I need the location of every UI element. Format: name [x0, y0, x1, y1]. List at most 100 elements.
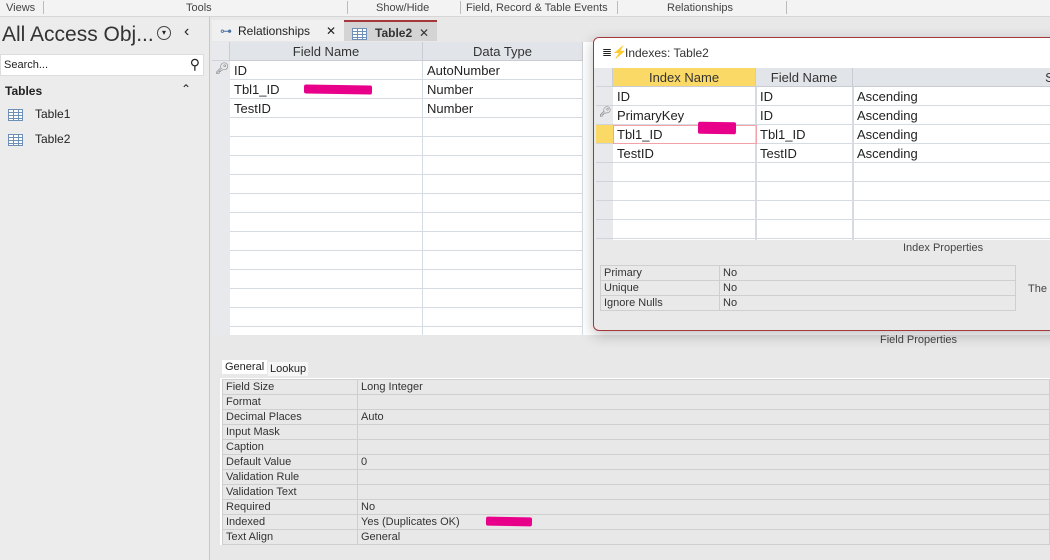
index-sort-order-cell[interactable]: Ascending: [853, 87, 1050, 106]
nav-item-label: Table1: [35, 107, 71, 121]
indexes-grid: Index Name Field Name So 🔑︎ IDIDAscendin…: [596, 68, 1050, 240]
index-name-cell[interactable]: TestID: [613, 144, 756, 163]
property-label: Caption: [222, 439, 358, 455]
property-label: Validation Text: [222, 484, 358, 500]
property-row[interactable]: Input Mask: [222, 424, 1050, 440]
search-placeholder: Search...: [4, 59, 49, 71]
nav-section-tables[interactable]: Tables: [5, 84, 42, 98]
nav-menu-dropdown-icon[interactable]: ▾: [157, 26, 171, 40]
property-value[interactable]: No: [719, 265, 1016, 281]
close-icon[interactable]: ✕: [326, 24, 336, 38]
indexes-dialog: ≣⚡ Indexes: Table2 Index Name Field Name…: [593, 37, 1050, 331]
property-label: Text Align: [222, 529, 358, 545]
search-icon[interactable]: ⚲: [190, 56, 200, 73]
property-row[interactable]: Validation Rule: [222, 469, 1050, 485]
property-value[interactable]: [357, 424, 1050, 440]
tab-label: Relationships: [238, 24, 311, 38]
property-label: Required: [222, 499, 358, 515]
property-label: Validation Rule: [222, 469, 358, 485]
property-row[interactable]: Decimal Places Auto: [222, 409, 1050, 425]
nav-item-table2[interactable]: Table2: [8, 132, 70, 152]
property-value[interactable]: [357, 394, 1050, 410]
index-sort-order-cell[interactable]: Ascending: [853, 144, 1050, 163]
property-row[interactable]: Required No: [222, 499, 1050, 515]
relationships-icon: ⊶: [220, 24, 232, 38]
nav-item-table1[interactable]: Table1: [8, 107, 70, 127]
column-header-field-name[interactable]: Field Name: [756, 68, 853, 87]
property-row[interactable]: Format: [222, 394, 1050, 410]
ribbon-group-relationships: Relationships: [667, 2, 734, 14]
dialog-title-bar[interactable]: ≣⚡ Indexes: Table2: [594, 38, 1050, 68]
property-row[interactable]: Field Size Long Integer: [222, 379, 1050, 395]
index-name-cell[interactable]: ID: [613, 87, 756, 106]
data-type-cell[interactable]: Number: [423, 80, 583, 99]
index-property-row[interactable]: Unique No: [600, 280, 1016, 296]
column-header-sort-order[interactable]: So: [853, 68, 1050, 87]
index-properties-label: Index Properties: [903, 242, 984, 254]
field-name-cell[interactable]: ID: [230, 61, 423, 80]
property-label: Unique: [600, 280, 720, 296]
property-row[interactable]: Indexed Yes (Duplicates OK): [222, 514, 1050, 530]
tab-label: Table2: [375, 26, 413, 40]
property-value[interactable]: No: [719, 295, 1016, 311]
close-icon[interactable]: ✕: [419, 26, 429, 40]
property-value[interactable]: No: [357, 499, 1050, 515]
tab-relationships[interactable]: ⊶ Relationships ✕: [212, 20, 344, 41]
tab-lookup[interactable]: Lookup: [268, 362, 309, 376]
property-value[interactable]: [357, 439, 1050, 455]
collapse-pane-icon[interactable]: ‹: [184, 23, 189, 41]
ribbon-group-show-hide: Show/Hide: [376, 2, 430, 14]
property-value[interactable]: Auto: [357, 409, 1050, 425]
tab-table2[interactable]: Table2 ✕: [344, 20, 437, 41]
property-value[interactable]: 0: [357, 454, 1050, 470]
property-value[interactable]: [357, 484, 1050, 500]
property-label: Default Value: [222, 454, 358, 470]
data-type-cell[interactable]: Number: [423, 99, 583, 118]
column-header-field-name[interactable]: Field Name: [230, 42, 423, 61]
property-value[interactable]: No: [719, 280, 1016, 296]
property-row[interactable]: Caption: [222, 439, 1050, 455]
property-label: Format: [222, 394, 358, 410]
column-header-data-type[interactable]: Data Type: [423, 42, 583, 61]
index-field-name-cell[interactable]: ID: [756, 106, 853, 125]
data-type-cell[interactable]: AutoNumber: [423, 61, 583, 80]
collapse-section-icon[interactable]: ⌃: [181, 82, 191, 96]
select-all-corner[interactable]: [212, 42, 230, 61]
index-property-row[interactable]: Primary No: [600, 265, 1016, 281]
ribbon-group-labels: Views Tools Show/Hide Field, Record & Ta…: [0, 0, 1050, 17]
redaction-mark: [697, 121, 737, 135]
column-header-index-name[interactable]: Index Name: [613, 68, 756, 87]
property-value[interactable]: [357, 469, 1050, 485]
property-label: Input Mask: [222, 424, 358, 440]
row-selector-column: [212, 61, 230, 335]
indexes-icon: ≣⚡: [602, 45, 628, 59]
index-properties-table: Primary No Unique No Ignore Nulls No: [600, 265, 1016, 311]
current-row-indicator: [596, 125, 613, 143]
nav-item-label: Table2: [35, 132, 71, 146]
tab-general[interactable]: General: [222, 360, 268, 374]
index-help-text: The: [1028, 283, 1047, 295]
property-label: Indexed: [222, 514, 358, 530]
nav-title[interactable]: All Access Obj...: [2, 23, 154, 47]
select-all-corner[interactable]: [596, 68, 613, 87]
field-name-cell[interactable]: TestID: [230, 99, 423, 118]
index-field-name-cell[interactable]: TestID: [756, 144, 853, 163]
property-value[interactable]: Long Integer: [357, 379, 1050, 395]
redaction-mark: [485, 516, 533, 527]
property-row[interactable]: Validation Text: [222, 484, 1050, 500]
property-value[interactable]: General: [357, 529, 1050, 545]
index-field-name-cell[interactable]: Tbl1_ID: [756, 125, 853, 144]
nav-search-input[interactable]: Search... ⚲: [0, 54, 204, 76]
field-properties-label: Field Properties: [880, 334, 958, 346]
property-row[interactable]: Default Value 0: [222, 454, 1050, 470]
field-properties-table: Field Size Long Integer Format Decimal Plac…: [222, 379, 1050, 545]
index-sort-order-cell[interactable]: Ascending: [853, 106, 1050, 125]
index-sort-order-cell[interactable]: Ascending: [853, 125, 1050, 144]
index-property-row[interactable]: Ignore Nulls No: [600, 295, 1016, 311]
redaction-mark: [303, 84, 373, 95]
property-label: Field Size: [222, 379, 358, 395]
property-row[interactable]: Text Align General: [222, 529, 1050, 545]
property-value[interactable]: Yes (Duplicates OK): [357, 514, 1050, 530]
index-field-name-cell[interactable]: ID: [756, 87, 853, 106]
dialog-title: Indexes: Table2: [625, 46, 709, 60]
